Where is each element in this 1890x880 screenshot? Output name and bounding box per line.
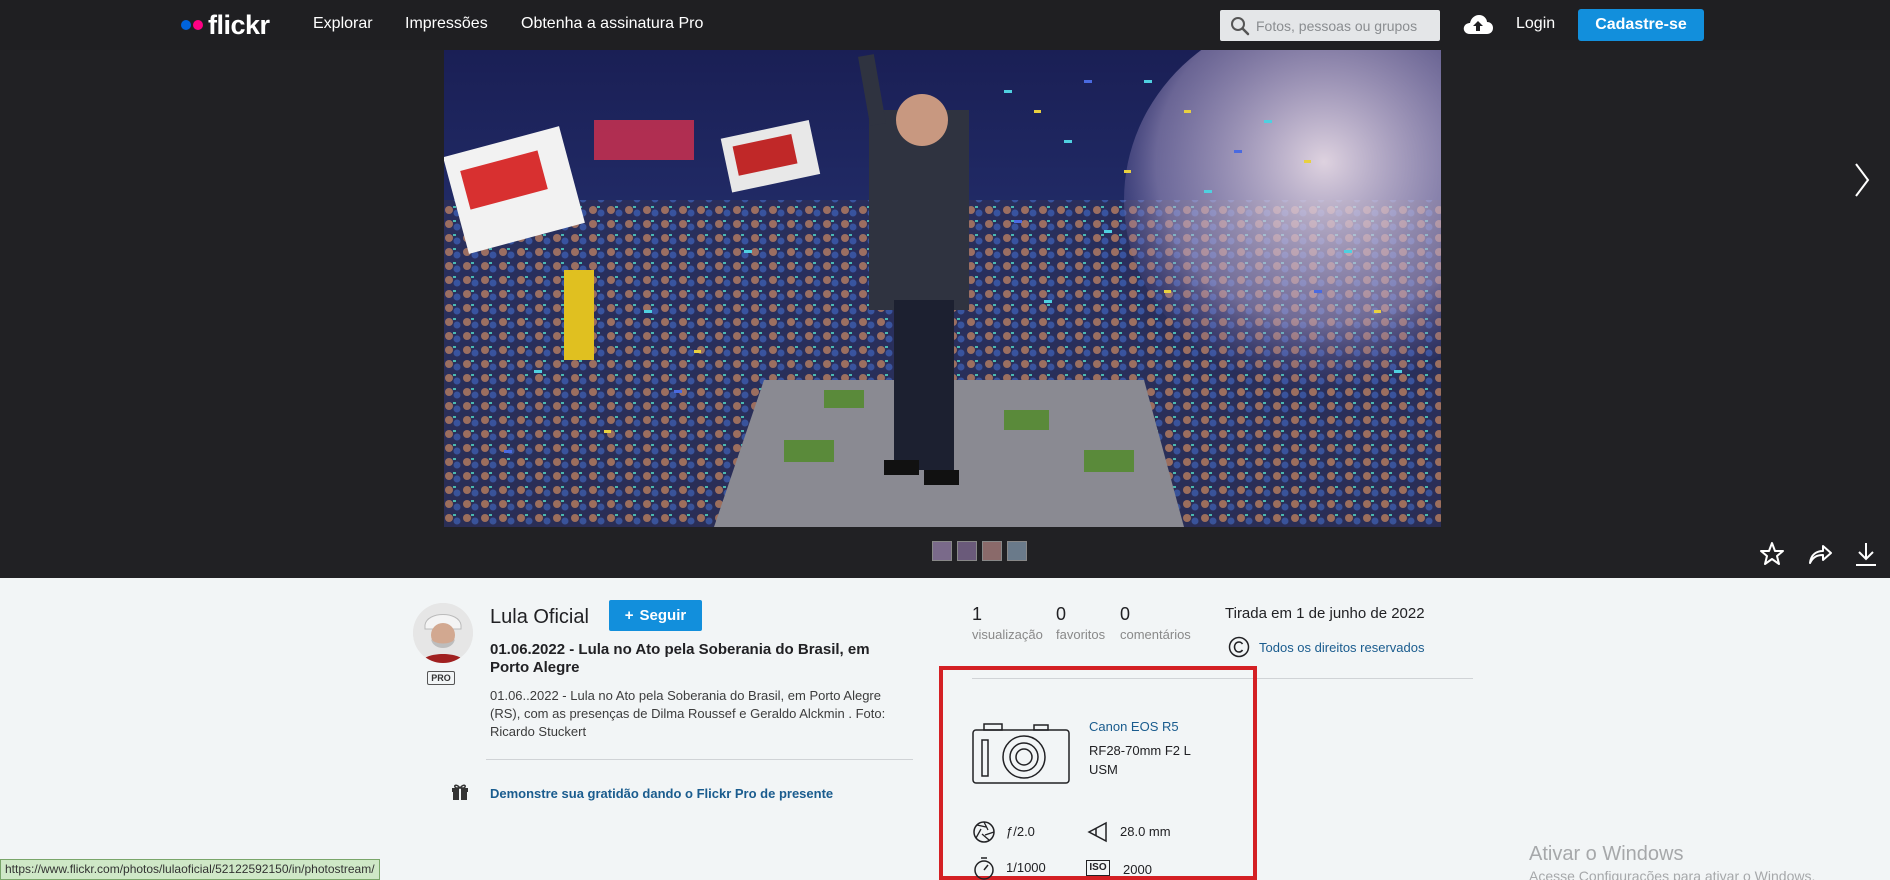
aperture-value: ƒ/2.0: [1006, 824, 1035, 839]
stat-views-value: 1: [972, 604, 983, 624]
stat-views-label: visualização: [972, 627, 1043, 642]
plus-icon: +: [624, 607, 634, 624]
focal-length-icon: [1087, 821, 1107, 843]
main-photo[interactable]: [444, 50, 1441, 527]
photo-title: 01.06.2022 - Lula no Ato pela Soberania …: [490, 641, 870, 676]
stat-favorites: 0 favoritos: [1056, 604, 1105, 642]
search-box: [1220, 10, 1440, 41]
thumbnail[interactable]: [932, 541, 952, 561]
share-icon[interactable]: [1806, 540, 1834, 568]
focal-length-value: 28.0 mm: [1120, 824, 1171, 839]
stat-views: 1 visualização: [972, 604, 1043, 642]
iso-value: 2000: [1123, 862, 1152, 877]
next-photo-arrow-icon[interactable]: [1852, 160, 1872, 200]
search-input[interactable]: [1256, 17, 1436, 34]
copyright-icon: [1228, 636, 1250, 658]
rights-link[interactable]: Todos os direitos reservados: [1259, 640, 1424, 655]
windows-activation-title: Ativar o Windows: [1529, 843, 1684, 865]
shutter-speed-icon: [974, 857, 994, 880]
photo-image: [444, 50, 1441, 527]
top-navigation-bar: flickr Explorar Impressões Obtenha a ass…: [0, 0, 1890, 50]
windows-activation-subtitle: Acesse Configurações para ativar o Windo…: [1529, 868, 1816, 880]
camera-model-link[interactable]: Canon EOS R5: [1089, 719, 1179, 734]
gift-icon: [452, 784, 468, 800]
login-link[interactable]: Login: [1516, 15, 1555, 33]
date-taken: Tirada em 1 de junho de 2022: [1225, 605, 1425, 622]
thumbnail[interactable]: [957, 541, 977, 561]
follow-button[interactable]: + Seguir: [609, 600, 702, 631]
iso-icon: ISO: [1086, 860, 1110, 876]
owner-name[interactable]: Lula Oficial: [490, 606, 589, 629]
favorite-star-icon[interactable]: [1758, 540, 1786, 568]
pro-badge: PRO: [427, 671, 455, 685]
logo-wordmark: flickr: [208, 9, 270, 40]
logo-blue-dot: [181, 20, 191, 30]
stat-comments-label: comentários: [1120, 627, 1191, 642]
camera-icon: [972, 723, 1070, 784]
thumbnail[interactable]: [982, 541, 1002, 561]
flickr-logo[interactable]: flickr: [181, 10, 270, 40]
upload-cloud-icon[interactable]: [1462, 12, 1494, 38]
shutter-speed-value: 1/1000: [1006, 860, 1046, 875]
logo-pink-dot: [193, 20, 203, 30]
photo-stage: [0, 50, 1890, 578]
nav-explorar[interactable]: Explorar: [313, 15, 373, 33]
photostream-thumbnails: [932, 541, 1027, 561]
stat-comments: 0 comentários: [1120, 604, 1191, 642]
gift-pro-link[interactable]: Demonstre sua gratidão dando o Flickr Pr…: [490, 786, 833, 801]
stat-favorites-value: 0: [1056, 604, 1067, 624]
photo-description: 01.06..2022 - Lula no Ato pela Soberania…: [490, 688, 886, 739]
stat-favorites-label: favoritos: [1056, 627, 1106, 642]
follow-label: Seguir: [639, 607, 687, 624]
stat-comments-value: 0: [1120, 604, 1131, 624]
divider: [486, 759, 913, 760]
nav-pro-subscription[interactable]: Obtenha a assinatura Pro: [521, 15, 703, 33]
nav-impressoes[interactable]: Impressões: [405, 15, 488, 33]
search-icon[interactable]: [1230, 16, 1250, 36]
thumbnail[interactable]: [1007, 541, 1027, 561]
browser-status-url: https://www.flickr.com/photos/lulaoficia…: [0, 859, 380, 880]
avatar-image: [413, 603, 473, 663]
owner-avatar[interactable]: [413, 603, 473, 663]
aperture-icon: [973, 821, 995, 843]
download-icon[interactable]: [1852, 540, 1880, 568]
signup-button[interactable]: Cadastre-se: [1578, 9, 1704, 41]
lens-model: RF28-70mm F2 L USM: [1089, 743, 1191, 777]
